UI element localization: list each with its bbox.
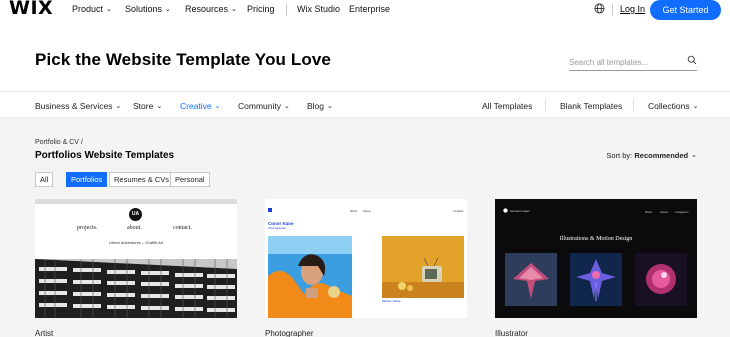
preview-nav: About [363,209,371,213]
chevron-down-icon: ⌄ [692,103,699,110]
filter-resumes-cvs[interactable]: Resumes & CVs [109,172,175,187]
get-started-button[interactable]: Get Started [650,0,721,20]
preview-nav: Work [645,210,652,214]
preview-caption: Mellow Yellow [382,299,401,303]
sort-by-dropdown[interactable]: Sort by: Recommended ⌄ [606,151,697,160]
category-label: Collections [648,101,690,111]
nav-enterprise[interactable]: Enterprise [349,4,390,14]
chevron-down-icon: ⌄ [115,103,122,110]
preview-nav: Work [350,209,357,213]
chevron-down-icon: ⌄ [106,6,112,13]
blank-templates-link[interactable]: Blank Templates [560,101,622,111]
preview-subtitle: Urban Adventures – Graffiti Art [108,240,164,245]
nav-resources[interactable]: Resources ⌄ [185,4,237,14]
preview-logo-icon [503,208,508,213]
all-templates-link[interactable]: All Templates [482,101,532,111]
nav-pricing[interactable]: Pricing [247,4,275,14]
chevron-down-icon: ⌄ [214,103,221,110]
chevron-down-icon: ⌄ [231,6,237,13]
preview-title: Illustrations & Motion Design [559,236,633,242]
nav-solutions[interactable]: Solutions ⌄ [125,4,171,14]
category-store[interactable]: Store ⌄ [133,101,162,111]
search-input[interactable] [569,58,679,67]
nav-product[interactable]: Product ⌄ [72,4,112,14]
illustration-orb [635,253,687,306]
nav-divider [612,4,613,16]
portrait-photo [268,236,352,318]
breadcrumb[interactable]: Portfolio & CV / [35,139,83,146]
category-label: Community [238,101,281,111]
preview-brand: Carmen Lopez [510,209,530,213]
nav-divider [286,4,287,16]
preview-browser-bar [265,199,467,206]
category-label: Creative [180,101,212,111]
login-link[interactable]: Log In [620,4,645,14]
section-title: Portfolios Website Templates [35,150,175,161]
nav-solutions-label: Solutions [125,4,163,14]
page-title: Pick the Website Template You Love [35,50,331,69]
nav-resources-label: Resources [185,4,229,14]
category-business-services[interactable]: Business & Services ⌄ [35,101,121,111]
category-label: Store [133,101,154,111]
template-card-label[interactable]: Illustrator [495,329,528,337]
preview-role: Photographer [268,226,287,230]
nav-wix-studio[interactable]: Wix Studio [297,4,340,14]
category-bar: Business & Services ⌄ Store ⌄ Creative ⌄ Co… [0,91,730,118]
category-label: Blog [307,101,325,111]
top-navigation: WIX Product ⌄ Solutions ⌄ Resources ⌄ Prici… [0,0,730,22]
search-box[interactable] [569,52,697,71]
collections-dropdown[interactable]: Collections ⌄ [648,101,698,111]
template-card-illustrator[interactable]: Carmen Lopez Work About Instagram Illust… [495,199,697,318]
sort-label: Sort by: [606,151,633,160]
template-card-artist[interactable]: UA projects. about. contact. Urban Adven… [35,199,237,318]
category-divider [633,99,634,111]
category-divider [545,99,546,111]
chevron-down-icon: ⌄ [165,6,171,13]
preview-link: about. [127,225,142,231]
nav-product-label: Product [72,4,104,14]
illustration-manta [505,253,557,306]
preview-nav: Instagram [675,210,689,214]
preview-nav: Contact [453,209,464,213]
search-icon[interactable] [687,55,697,65]
chevron-down-icon: ⌄ [283,103,290,110]
category-label: Business & Services [35,101,113,111]
building-photo [35,259,237,318]
chevron-down-icon: ⌄ [691,152,697,159]
globe-icon[interactable] [594,3,605,14]
preview-logo-square [268,208,272,212]
chevron-down-icon: ⌄ [327,103,333,110]
template-card-photographer[interactable]: Work About Contact Conor Kane Photograph… [265,199,467,318]
illustration-squid [570,253,622,306]
sort-value: Recommended [634,151,689,160]
category-blog[interactable]: Blog ⌄ [307,101,333,111]
preview-nav: About [660,210,668,214]
template-card-label[interactable]: Photographer [265,329,313,337]
wix-logo[interactable]: WIX [9,0,53,19]
preview-link: contact. [173,225,192,231]
preview-logo: UA [129,208,142,221]
tv-photo [382,236,464,298]
filter-portfolios[interactable]: Portfolios [66,172,108,187]
category-creative[interactable]: Creative ⌄ [180,101,221,111]
filter-all[interactable]: All [35,172,54,187]
preview-link: projects. [77,225,98,231]
template-card-label[interactable]: Artist [35,329,53,337]
filter-personal[interactable]: Personal [170,172,210,187]
chevron-down-icon: ⌄ [156,103,163,110]
category-community[interactable]: Community ⌄ [238,101,290,111]
preview-browser-bar [35,199,237,204]
